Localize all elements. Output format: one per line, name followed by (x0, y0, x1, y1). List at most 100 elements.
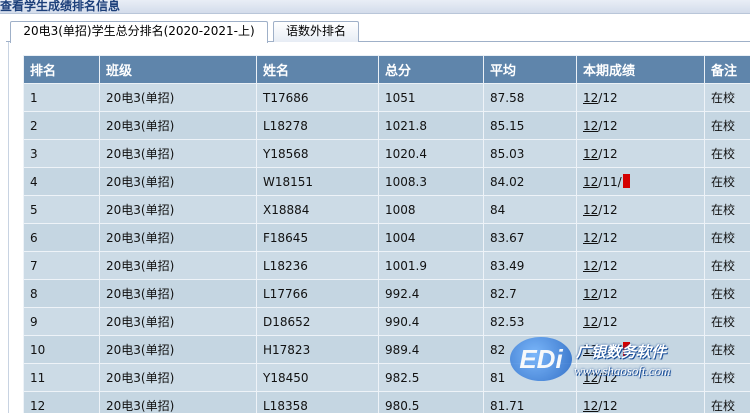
table-row[interactable]: 12 20电3(单招) L18358 980.5 81.71 12/12 在校 (23, 391, 750, 413)
cell-note: 在校 (704, 83, 750, 112)
cell-term-score: 12/12 (576, 307, 705, 336)
table-row[interactable]: 5 20电3(单招) X18884 1008 84 12/12 在校 (23, 195, 750, 224)
term-score-rest: /12 (598, 258, 618, 273)
cell-total: 1020.4 (378, 139, 484, 168)
col-header-rank[interactable]: 排名 (23, 55, 100, 84)
cell-name: T17686 (256, 83, 379, 112)
cell-total: 990.4 (378, 307, 484, 336)
table-row[interactable]: 9 20电3(单招) D18652 990.4 82.53 12/12 在校 (23, 307, 750, 336)
tab-language-math-english-ranking[interactable]: 语数外排名 (273, 21, 359, 42)
cell-class: 20电3(单招) (99, 335, 257, 364)
table-row[interactable]: 7 20电3(单招) L18236 1001.9 83.49 12/12 在校 (23, 251, 750, 280)
table-row[interactable]: 3 20电3(单招) Y18568 1020.4 85.03 12/12 在校 (23, 139, 750, 168)
cell-average: 85.03 (483, 139, 577, 168)
cell-name: W18151 (256, 167, 379, 196)
cell-name: L18358 (256, 391, 379, 413)
cell-total: 1001.9 (378, 251, 484, 280)
cell-average: 83.67 (483, 223, 577, 252)
col-header-note[interactable]: 备注 (704, 55, 750, 84)
cell-rank: 4 (23, 167, 100, 196)
table-row[interactable]: 8 20电3(单招) L17766 992.4 82.7 12/12 在校 (23, 279, 750, 308)
cell-name: L18236 (256, 251, 379, 280)
term-score-rest: /12 (598, 90, 618, 105)
failing-flag-marker[interactable] (622, 342, 630, 356)
col-header-term-score[interactable]: 本期成绩 (576, 55, 705, 84)
cell-average: 82.53 (483, 307, 577, 336)
cell-note: 在校 (704, 111, 750, 140)
table-row[interactable]: 1 20电3(单招) T17686 1051 87.58 12/12 在校 (23, 83, 750, 112)
cell-note: 在校 (704, 223, 750, 252)
cell-class: 20电3(单招) (99, 83, 257, 112)
cell-total: 1004 (378, 223, 484, 252)
term-score-rest: /12 (598, 146, 618, 161)
cell-term-score: 12/12 (576, 83, 705, 112)
term-score-link[interactable]: 12 (583, 343, 598, 357)
term-score-link[interactable]: 12 (583, 315, 598, 329)
term-score-link[interactable]: 12 (583, 399, 598, 413)
col-header-total[interactable]: 总分 (378, 55, 484, 84)
window-titlebar: 查看学生成绩排名信息 (0, 0, 750, 14)
cell-rank: 6 (23, 223, 100, 252)
failing-flag-marker[interactable] (622, 174, 630, 188)
term-score-rest: /12 (598, 370, 618, 385)
cell-term-score: 12/12 (576, 111, 705, 140)
cell-average: 87.58 (483, 83, 577, 112)
cell-class: 20电3(单招) (99, 195, 257, 224)
cell-term-score: 12/11/ (576, 335, 705, 364)
ranking-panel: 排名 班级 姓名 总分 平均 本期成绩 备注 1 20电3(单招) T17686 10… (8, 42, 750, 413)
cell-rank: 7 (23, 251, 100, 280)
cell-total: 1008.3 (378, 167, 484, 196)
cell-rank: 10 (23, 335, 100, 364)
cell-class: 20电3(单招) (99, 363, 257, 392)
col-header-name[interactable]: 姓名 (256, 55, 379, 84)
cell-term-score: 12/12 (576, 279, 705, 308)
cell-rank: 8 (23, 279, 100, 308)
cell-class: 20电3(单招) (99, 251, 257, 280)
term-score-link[interactable]: 12 (583, 91, 598, 105)
table-row[interactable]: 11 20电3(单招) Y18450 982.5 81 12/12 在校 (23, 363, 750, 392)
table-row[interactable]: 6 20电3(单招) F18645 1004 83.67 12/12 在校 (23, 223, 750, 252)
window-title: 查看学生成绩排名信息 (0, 0, 121, 13)
cell-average: 81.71 (483, 391, 577, 413)
term-score-rest: /11/ (598, 175, 622, 189)
cell-name: Y18450 (256, 363, 379, 392)
term-score-rest: /12 (598, 230, 618, 245)
col-header-class[interactable]: 班级 (99, 55, 257, 84)
term-score-link[interactable]: 12 (583, 259, 598, 273)
cell-name: D18652 (256, 307, 379, 336)
table-row[interactable]: 10 20电3(单招) H17823 989.4 82 12/11/在校 (23, 335, 750, 364)
term-score-link[interactable]: 12 (583, 119, 598, 133)
tab-total-ranking[interactable]: 20电3(单招)学生总分排名(2020-2021-上) (10, 21, 268, 43)
cell-note: 在校 (704, 279, 750, 308)
cell-average: 82 (483, 335, 577, 364)
cell-note: 在校 (704, 167, 750, 196)
cell-class: 20电3(单招) (99, 279, 257, 308)
term-score-link[interactable]: 12 (583, 147, 598, 161)
table-row[interactable]: 2 20电3(单招) L18278 1021.8 85.15 12/12 在校 (23, 111, 750, 140)
ranking-table: 排名 班级 姓名 总分 平均 本期成绩 备注 1 20电3(单招) T17686 10… (23, 55, 750, 413)
cell-note: 在校 (704, 307, 750, 336)
cell-average: 82.7 (483, 279, 577, 308)
cell-term-score: 12/12 (576, 195, 705, 224)
cell-total: 1008 (378, 195, 484, 224)
term-score-rest: /12 (598, 118, 618, 133)
cell-rank: 11 (23, 363, 100, 392)
term-score-link[interactable]: 12 (583, 371, 598, 385)
col-header-average[interactable]: 平均 (483, 55, 577, 84)
table-row[interactable]: 4 20电3(单招) W18151 1008.3 84.02 12/11/在校 (23, 167, 750, 196)
cell-total: 989.4 (378, 335, 484, 364)
term-score-rest: /12 (598, 202, 618, 217)
cell-total: 1051 (378, 83, 484, 112)
cell-total: 980.5 (378, 391, 484, 413)
cell-term-score: 12/12 (576, 223, 705, 252)
term-score-link[interactable]: 12 (583, 175, 598, 189)
cell-rank: 3 (23, 139, 100, 168)
cell-rank: 5 (23, 195, 100, 224)
cell-name: H17823 (256, 335, 379, 364)
table-header-row: 排名 班级 姓名 总分 平均 本期成绩 备注 (23, 55, 750, 84)
tab-bar: 20电3(单招)学生总分排名(2020-2021-上) 语数外排名 (0, 14, 750, 43)
term-score-link[interactable]: 12 (583, 287, 598, 301)
term-score-rest: /11/ (598, 343, 622, 357)
term-score-link[interactable]: 12 (583, 203, 598, 217)
term-score-link[interactable]: 12 (583, 231, 598, 245)
